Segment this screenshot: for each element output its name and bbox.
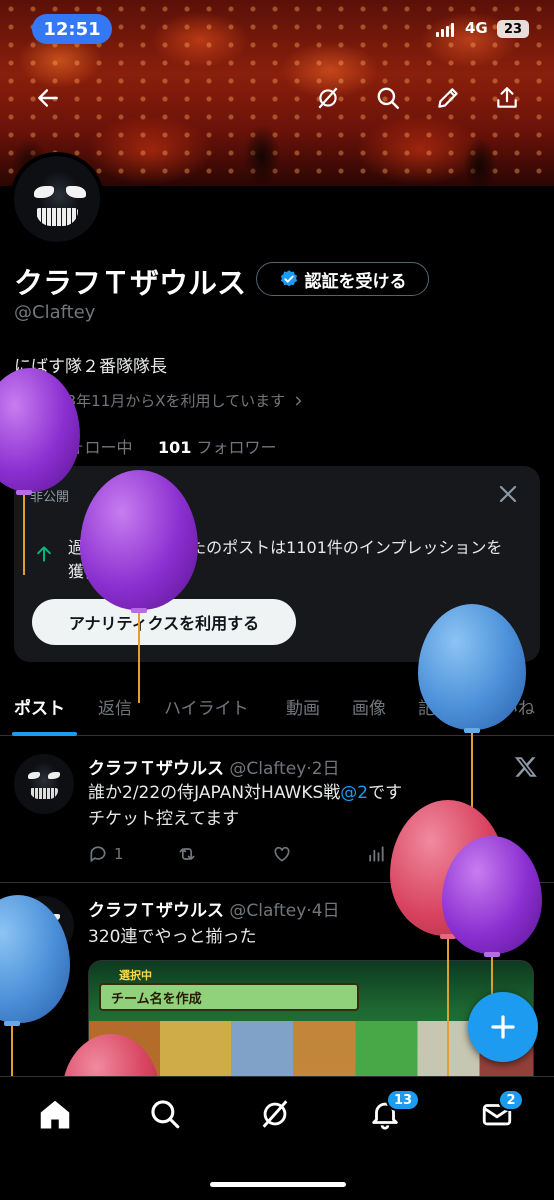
- network-type: 4G: [465, 19, 488, 37]
- post-text-line-1: 誰か2/22の侍JAPAN対HAWKS戦@2です: [88, 780, 402, 806]
- grok-icon[interactable]: [258, 1097, 294, 1133]
- post-time: 2日: [311, 759, 340, 779]
- messages-button[interactable]: 2: [480, 1089, 524, 1133]
- post-header: クラフＴザウルス @Claftey·4日: [88, 901, 340, 921]
- post-time: 4日: [311, 901, 340, 921]
- verified-check-icon: [280, 270, 297, 287]
- back-arrow-icon[interactable]: [28, 78, 68, 118]
- notifications-button[interactable]: 13: [368, 1089, 421, 1133]
- close-icon[interactable]: [496, 482, 520, 506]
- tab-replies[interactable]: 返信: [98, 694, 132, 719]
- status-bar: 12:51 4G 23: [0, 14, 554, 46]
- active-tab-indicator: [12, 732, 77, 736]
- reply-button[interactable]: 1: [88, 844, 124, 864]
- post-text-part: 誰か2/22の侍JAPAN対HAWKS戦: [88, 783, 341, 803]
- team-name-label: チーム名を作成: [99, 983, 359, 1011]
- repost-icon: [179, 848, 195, 860]
- battery-icon: 23: [497, 20, 529, 38]
- home-indicator[interactable]: [210, 1182, 346, 1187]
- post-header: クラフＴザウルス @Claftey·2日: [88, 759, 340, 779]
- views-icon: [369, 846, 384, 862]
- notifications-badge: 13: [386, 1089, 421, 1111]
- search-icon[interactable]: [148, 1097, 184, 1133]
- followers-link[interactable]: 101 フォロワー: [158, 438, 277, 457]
- signal-icon: [436, 23, 454, 37]
- post-author-name: クラフＴザウルス: [88, 759, 224, 779]
- search-icon[interactable]: [368, 78, 408, 118]
- profile-name: クラフＴザウルス: [14, 266, 247, 300]
- get-verified-button[interactable]: 認証を受ける: [256, 262, 429, 296]
- share-icon[interactable]: [487, 78, 527, 118]
- home-icon[interactable]: [37, 1097, 73, 1133]
- post-text: 誰か2/22の侍JAPAN対HAWKS戦@2です チケット控えてます: [88, 780, 402, 832]
- compose-button[interactable]: [468, 992, 538, 1062]
- post-text-line-2: チケット控えてます: [88, 809, 240, 829]
- like-button[interactable]: [272, 844, 292, 864]
- profile-handle: @Claftey: [14, 302, 96, 323]
- followers-label: フォロワー: [196, 438, 277, 457]
- tab-posts[interactable]: ポスト: [14, 694, 65, 719]
- messages-badge: 2: [498, 1089, 524, 1111]
- pen-icon[interactable]: [428, 78, 468, 118]
- post-text-part: です: [368, 783, 403, 803]
- plus-icon: [491, 1015, 515, 1039]
- post-author-name: クラフＴザウルス: [88, 901, 224, 921]
- post-text: 320連でやっと揃った: [88, 927, 257, 947]
- status-time: 12:51: [32, 14, 112, 44]
- chevron-right-icon: [295, 395, 302, 406]
- profile-avatar[interactable]: [10, 152, 104, 246]
- reply-count: 1: [114, 845, 124, 863]
- get-verified-label: 認証を受ける: [304, 271, 407, 292]
- post-author-handle: @Claftey: [229, 901, 307, 921]
- post-author-handle: @Claftey: [229, 759, 307, 779]
- x-logo-icon: [513, 754, 539, 780]
- grok-icon[interactable]: [308, 78, 348, 118]
- arrow-up-icon: [34, 544, 54, 564]
- tab-images[interactable]: 画像: [352, 694, 386, 719]
- reply-icon: [90, 846, 106, 863]
- like-icon: [274, 846, 290, 862]
- tab-videos[interactable]: 動画: [286, 694, 320, 719]
- use-analytics-button[interactable]: アナリティクスを利用する: [32, 599, 296, 645]
- selected-label: 選択中: [119, 969, 152, 982]
- followers-count: 101: [157, 438, 192, 457]
- repost-button[interactable]: [176, 844, 198, 864]
- mention-link[interactable]: @2: [340, 783, 368, 803]
- avatar[interactable]: [14, 754, 74, 814]
- tab-highlights[interactable]: ハイライト: [164, 694, 249, 719]
